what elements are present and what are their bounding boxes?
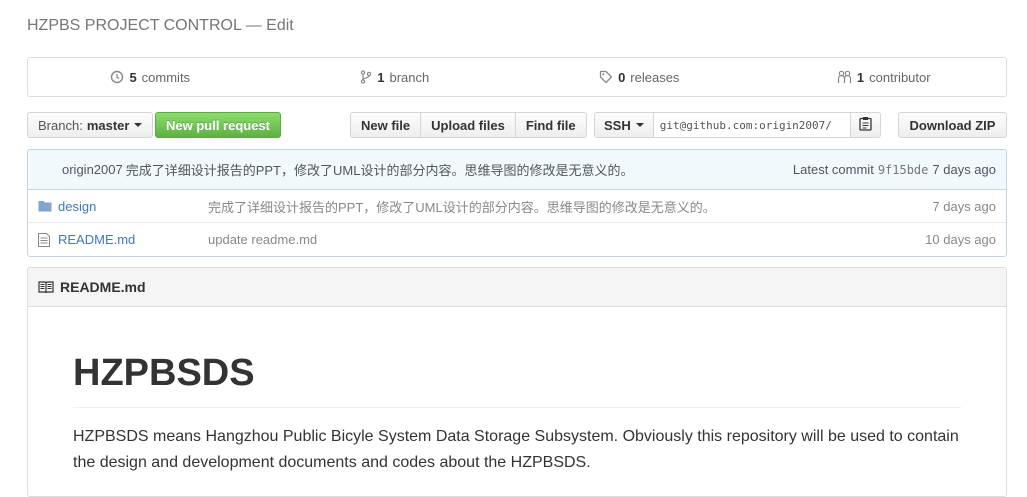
file-commit-message[interactable]: update readme.md [208, 232, 925, 247]
latest-commit-label: Latest commit [792, 162, 874, 177]
clone-protocol-button[interactable]: SSH [595, 113, 654, 137]
file-age: 7 days ago [932, 198, 996, 214]
file-name-link[interactable]: README.md [58, 232, 208, 247]
file-row-design[interactable]: design 完成了详细设计报告的PPT，修改了UML设计的部分内容。思维导图的… [28, 190, 1006, 223]
new-pull-request-button[interactable]: New pull request [155, 112, 281, 138]
repo-description: HZPBS PROJECT CONTROL — Edit [27, 17, 294, 35]
branch-icon [360, 70, 372, 84]
chevron-down-icon [134, 123, 143, 127]
file-actions-group: New file Upload files Find file [350, 112, 587, 138]
branch-select-button[interactable]: Branch: master [27, 112, 153, 138]
history-icon [110, 70, 124, 84]
download-zip-button[interactable]: Download ZIP [898, 112, 1007, 138]
description-separator: — [241, 17, 267, 34]
readme-title: HZPBSDS [73, 351, 961, 408]
file-row-readme[interactable]: README.md update readme.md 10 days ago [28, 223, 1006, 256]
commit-age: 7 days ago [932, 162, 996, 177]
readme-header: README.md [28, 268, 1006, 307]
releases-label: releases [630, 69, 680, 85]
upload-files-button[interactable]: Upload files [421, 113, 516, 137]
latest-commit-bar: origin2007 完成了详细设计报告的PPT，修改了UML设计的部分内容。思… [28, 150, 1006, 190]
repo-description-text: HZPBS PROJECT CONTROL [27, 17, 242, 34]
releases-summary[interactable]: 0 releases [517, 58, 762, 96]
commits-label: commits [141, 69, 191, 85]
commits-count: 5 [129, 69, 137, 85]
folder-icon [38, 200, 54, 212]
contributors-summary[interactable]: 1 contributor [762, 58, 1007, 96]
branches-label: branch [389, 69, 430, 85]
readme-header-title: README.md [60, 279, 146, 295]
clipboard-icon [859, 116, 872, 134]
new-file-button[interactable]: New file [351, 113, 422, 137]
clone-url-input[interactable]: git@github.com:origin2007/ [653, 113, 850, 137]
readme-paragraph: HZPBSDS means Hangzhou Public Bicyle Sys… [73, 427, 959, 471]
readme-body: HZPBSDS HZPBSDS means Hangzhou Public Bi… [28, 351, 1006, 476]
clone-url-box: SSH git@github.com:origin2007/ [594, 112, 881, 138]
contributors-count: 1 [856, 69, 865, 85]
tag-icon [599, 70, 613, 84]
organization-icon [837, 70, 852, 84]
find-file-button[interactable]: Find file [515, 113, 586, 137]
branch-prefix: Branch: [38, 117, 83, 133]
branch-name: master [86, 117, 130, 133]
commit-author-link[interactable]: origin2007 [62, 162, 123, 177]
commit-message-link[interactable]: 完成了详细设计报告的PPT，修改了UML设计的部分内容。思维导图的修改是无意义的… [126, 160, 793, 179]
copy-to-clipboard-button[interactable] [850, 113, 880, 137]
file-name-link[interactable]: design [58, 199, 208, 214]
repo-summary-bar: 5 commits 1 branch 0 releases 1 contribu… [27, 57, 1007, 97]
releases-count: 0 [618, 69, 626, 85]
file-age: 10 days ago [925, 232, 996, 247]
commits-summary[interactable]: 5 commits [28, 58, 273, 96]
edit-description-link[interactable]: Edit [266, 17, 294, 34]
readme-panel: README.md HZPBSDS HZPBSDS means Hangzhou… [27, 267, 1007, 497]
branches-summary[interactable]: 1 branch [273, 58, 518, 96]
file-text-icon [38, 232, 54, 247]
file-commit-message[interactable]: 完成了详细设计报告的PPT，修改了UML设计的部分内容。思维导图的修改是无意义的… [208, 197, 932, 216]
commit-sha-link[interactable]: 9f15bde [878, 163, 929, 177]
file-table: origin2007 完成了详细设计报告的PPT，修改了UML设计的部分内容。思… [27, 149, 1007, 257]
contributors-label: contributor [869, 69, 931, 85]
branches-count: 1 [377, 69, 385, 85]
chevron-down-icon [635, 123, 644, 127]
clone-protocol-label: SSH [604, 117, 631, 133]
book-icon [38, 280, 54, 294]
